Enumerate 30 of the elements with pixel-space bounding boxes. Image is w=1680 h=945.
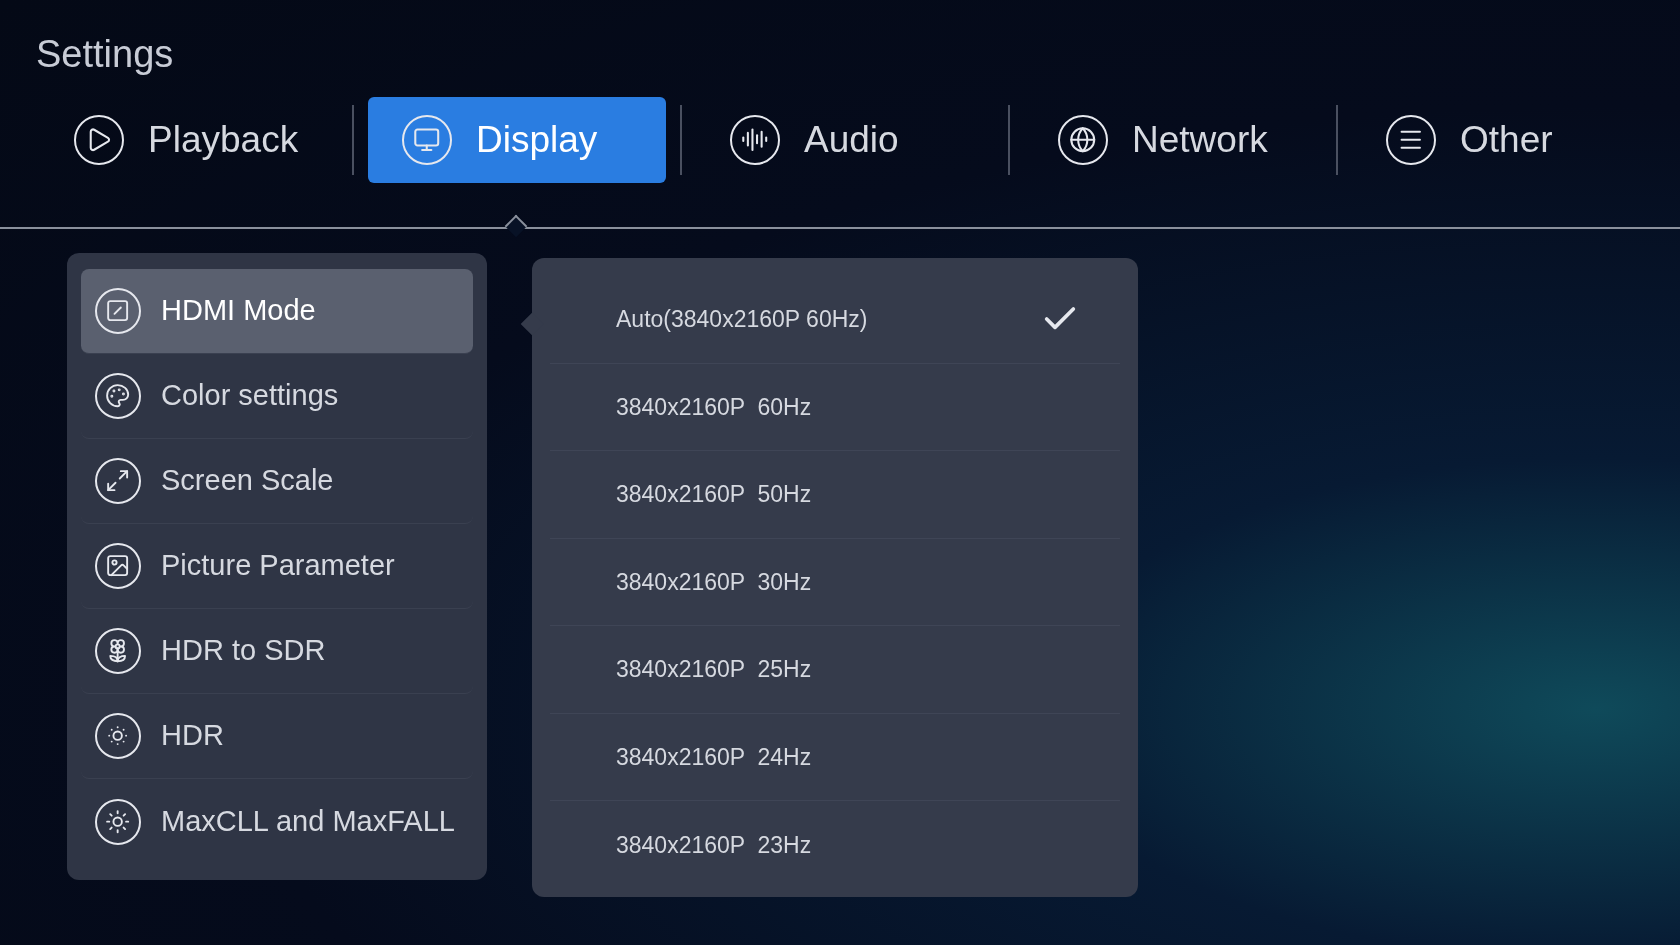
tab[interactable]: Other <box>1352 97 1650 183</box>
resolution-option[interactable]: 3840x2160P 50Hz <box>550 451 1120 539</box>
menu-item[interactable]: Screen Scale <box>81 439 473 524</box>
sun-icon <box>95 798 141 845</box>
flower-icon <box>95 628 141 674</box>
menu-item[interactable]: Picture Parameter <box>81 524 473 609</box>
page-title: Settings <box>36 32 174 77</box>
monitor-icon <box>402 115 452 165</box>
expand-arrows-icon <box>95 458 141 504</box>
resolution-option[interactable]: 3840x2160P 23Hz <box>550 801 1120 889</box>
tab[interactable]: Network <box>1024 97 1322 183</box>
menu-item[interactable]: HDR <box>81 694 473 779</box>
play-icon <box>74 115 124 165</box>
resolution-option[interactable]: 3840x2160P 25Hz <box>550 626 1120 714</box>
audio-lines-icon <box>730 115 780 165</box>
resolution-option[interactable]: Auto(3840x2160P 60Hz) <box>550 276 1120 364</box>
resolution-option[interactable]: 3840x2160P 30Hz <box>550 538 1120 626</box>
tab[interactable]: Display <box>368 97 666 183</box>
resolution-option[interactable]: 3840x2160P 24Hz <box>550 713 1120 801</box>
menu-item[interactable]: HDR to SDR <box>81 609 473 694</box>
palette-icon <box>95 373 141 419</box>
menu-item[interactable]: MaxCLL and MaxFALL <box>81 779 473 864</box>
tab[interactable]: Playback <box>40 97 338 183</box>
picture-icon <box>95 543 141 589</box>
menu-item[interactable]: Color settings <box>81 354 473 439</box>
globe-icon <box>1058 115 1108 165</box>
tab[interactable]: Audio <box>696 97 994 183</box>
resolution-option[interactable]: 3840x2160P 60Hz <box>550 363 1120 451</box>
menu-icon <box>1386 115 1436 165</box>
menu-item[interactable]: HDMI Mode <box>81 269 473 354</box>
